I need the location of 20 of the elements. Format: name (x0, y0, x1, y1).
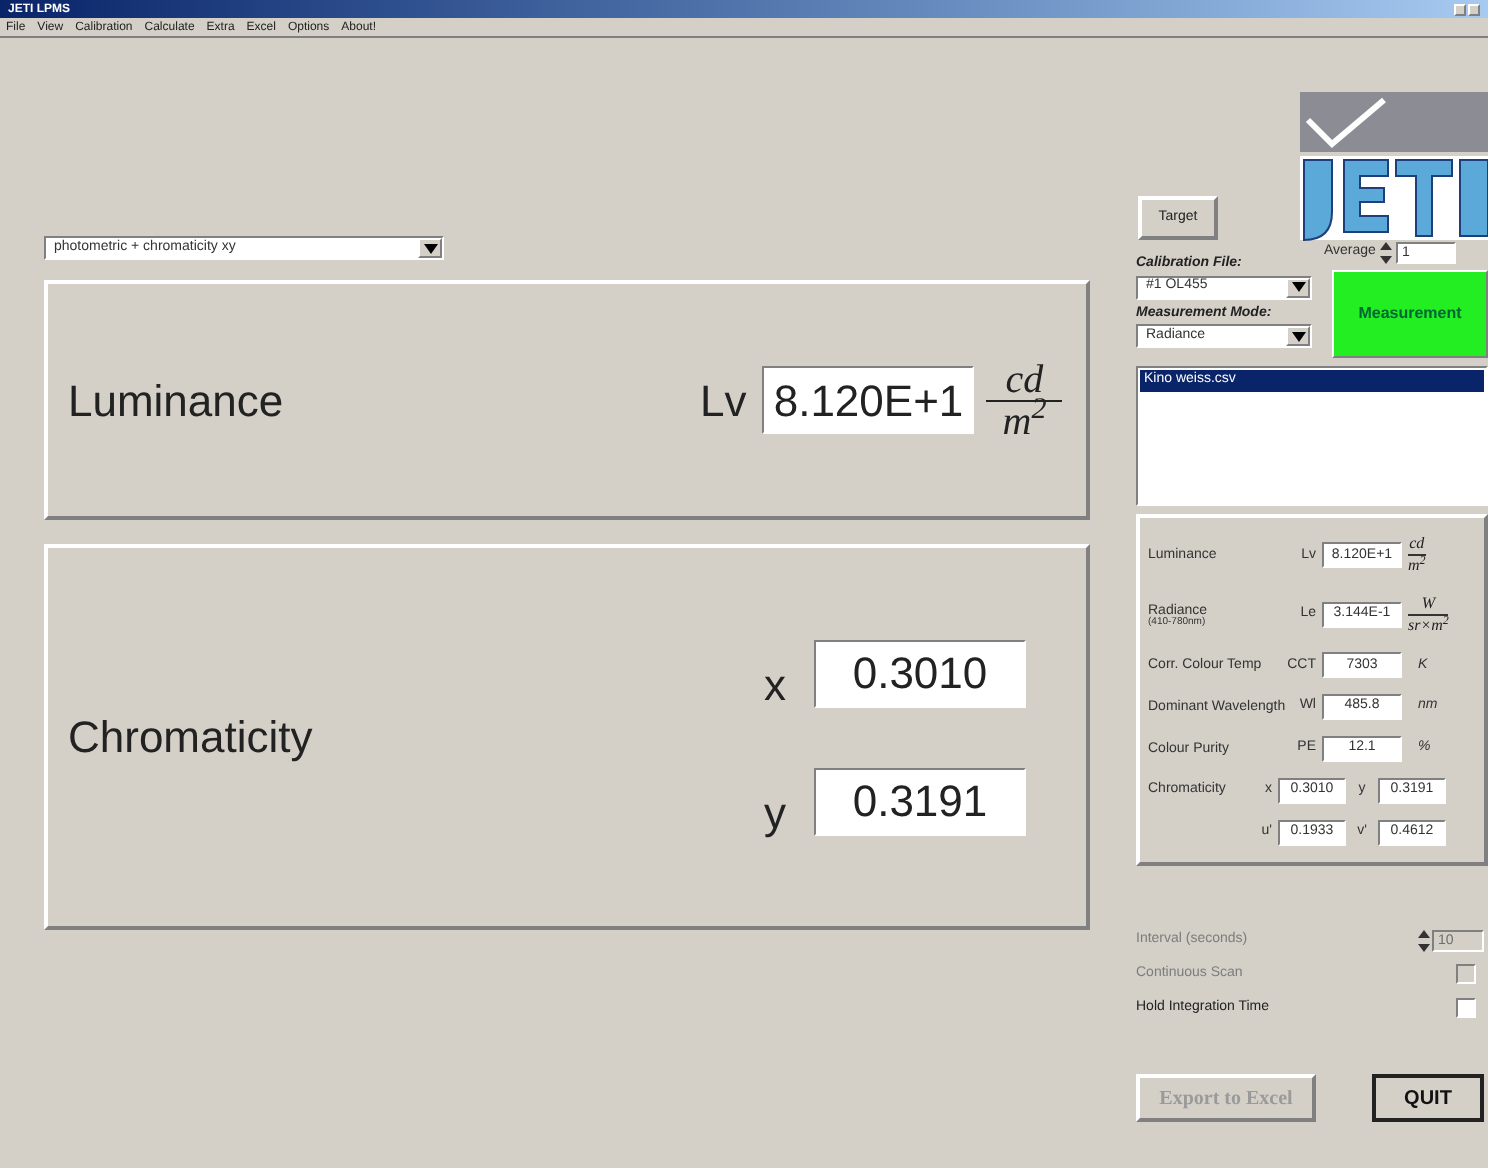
quit-button[interactable]: QUIT (1372, 1074, 1484, 1122)
value-field: 8.120E+1 (762, 366, 975, 434)
panel-title: Chromaticity (68, 710, 315, 766)
symbol-label: Lv (700, 373, 747, 429)
spinner-arrows-icon[interactable] (1379, 242, 1392, 264)
maximize-button[interactable] (1468, 3, 1480, 15)
spinner-arrows-icon[interactable] (1418, 930, 1430, 952)
symbol-label: x (764, 663, 786, 707)
symbol-label: y (764, 791, 786, 835)
unit-fraction: W sr×m$^{2}$ (1408, 593, 1449, 637)
dropdown-arrow-icon (1291, 331, 1305, 341)
unit-fraction: cd m$^{2}$ (1408, 533, 1426, 578)
value-field: 0.3010 (814, 639, 1026, 707)
panel-title: Luminance (68, 373, 286, 429)
checkbox[interactable] (1456, 997, 1476, 1018)
minimize-button[interactable] (1454, 3, 1466, 15)
dropdown-arrow-icon (1291, 282, 1305, 292)
dropdown-arrow-icon (423, 243, 437, 253)
value-field: 0.3191 (814, 767, 1026, 835)
measurement-button[interactable]: Measurement (1332, 270, 1488, 358)
